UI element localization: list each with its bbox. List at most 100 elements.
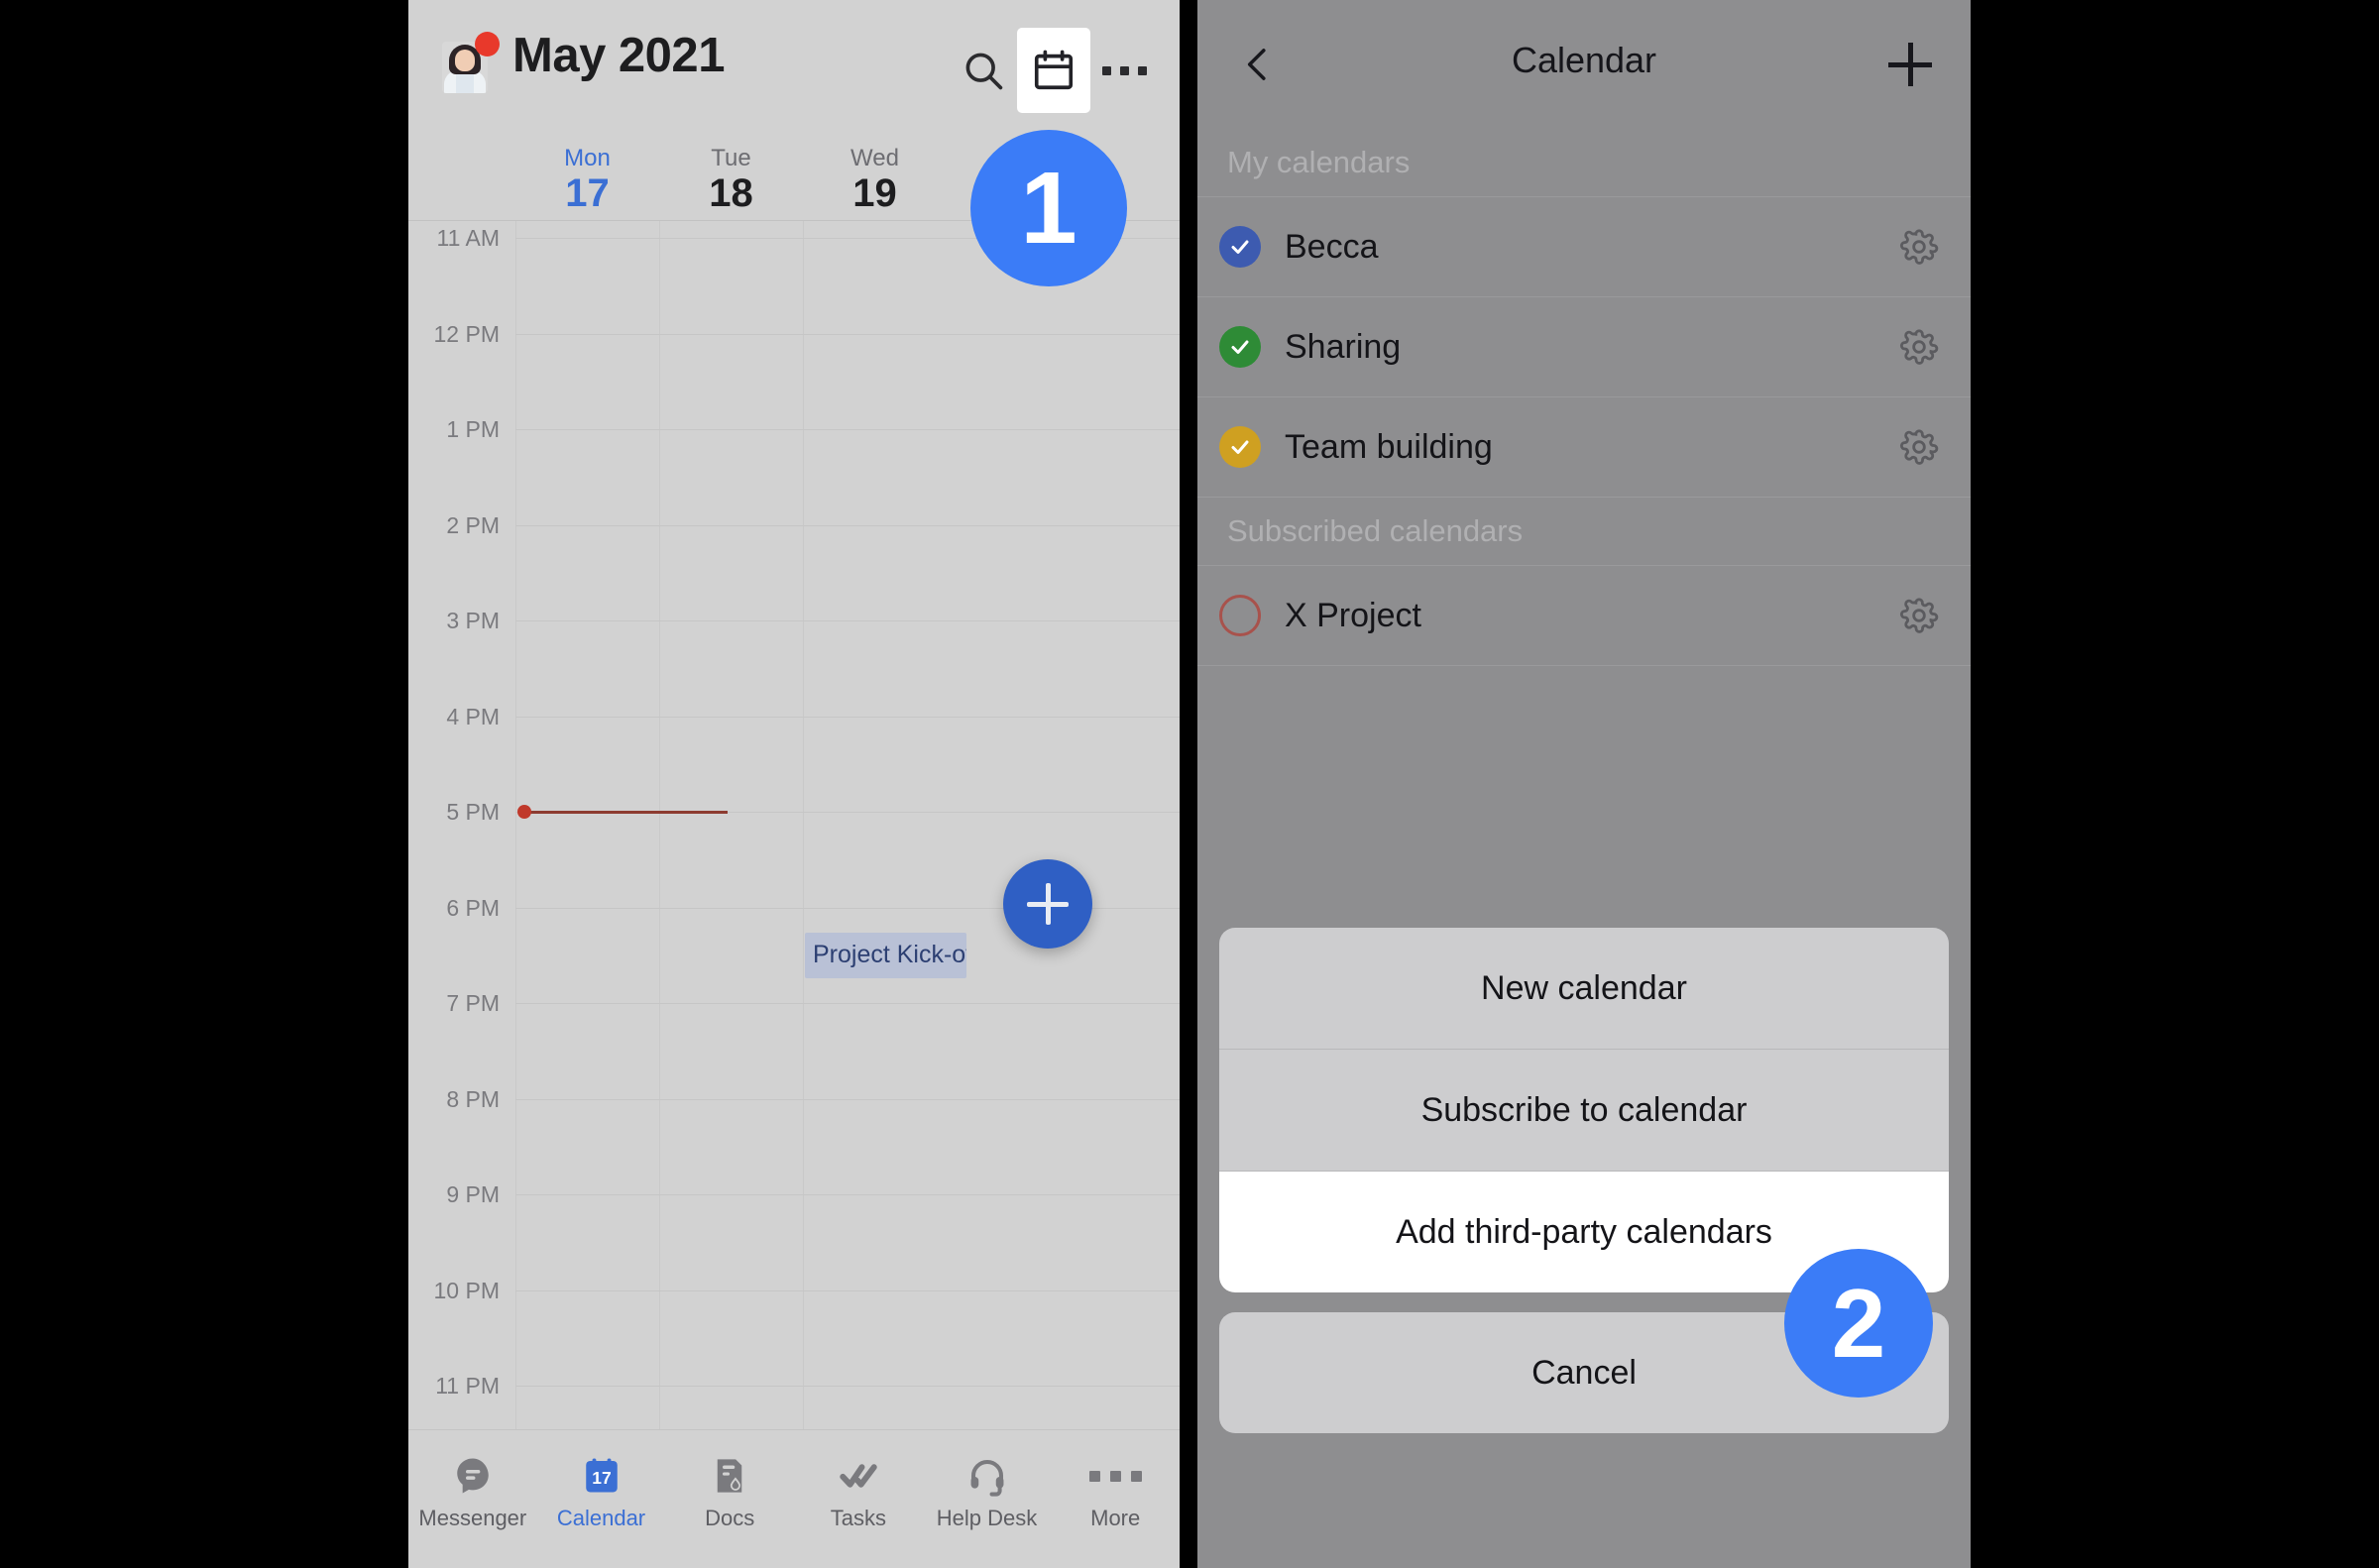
calendar-row-becca[interactable]: Becca: [1197, 197, 1971, 297]
more-icon: [1088, 1450, 1142, 1502]
hour-row: 3 PM: [408, 608, 1180, 681]
section-title: Subscribed calendars: [1227, 513, 1524, 548]
hour-row: 2 PM: [408, 512, 1180, 586]
section-title: My calendars: [1227, 145, 1411, 179]
hour-gridline: [515, 716, 1180, 718]
hour-row: 11 PM: [408, 1373, 1180, 1430]
screenshot-stage: May 2021 Mon 17 Tue 18 Wed 19 11 AM 12 P…: [0, 0, 2379, 1568]
hour-label: 7 PM: [446, 990, 500, 1016]
hour-gridline: [515, 1003, 1180, 1004]
day-number: 19: [852, 171, 897, 215]
calendar-icon: 17: [581, 1450, 623, 1502]
day-name: Tue: [711, 145, 751, 171]
hour-label: 6 PM: [446, 894, 500, 921]
calendar-list: My calendars Becca Sharing Team building…: [1197, 129, 1971, 666]
hour-label: 2 PM: [446, 511, 500, 538]
hour-gridline: [515, 620, 1180, 621]
hour-label: 4 PM: [446, 703, 500, 729]
action-label: New calendar: [1481, 968, 1687, 1007]
hour-gridline: [515, 1194, 1180, 1195]
header-icon-group: [950, 28, 1158, 113]
checkbox-sharing[interactable]: [1219, 326, 1261, 368]
gear-icon[interactable]: [1897, 425, 1941, 469]
action-label: Add third-party calendars: [1396, 1212, 1772, 1251]
hour-label: 11 AM: [436, 225, 501, 251]
hour-gridline: [515, 524, 1180, 526]
event-title: Project Kick-off: [813, 941, 966, 968]
calendar-row-team-building[interactable]: Team building: [1197, 397, 1971, 498]
tab-calendar[interactable]: 17 Calendar: [537, 1430, 666, 1568]
action-subscribe-to-calendar[interactable]: Subscribe to calendar: [1219, 1050, 1949, 1172]
hour-gridline: [515, 1098, 1180, 1100]
calendar-name: Sharing: [1285, 327, 1402, 366]
tab-label: More: [1090, 1506, 1141, 1530]
hour-label: 9 PM: [446, 1181, 500, 1207]
day-number: 18: [709, 171, 753, 215]
docs-icon: [709, 1450, 750, 1502]
calendar-view-icon[interactable]: [1017, 28, 1090, 113]
hour-label: 11 PM: [435, 1373, 500, 1399]
hour-gridline: [515, 1386, 1180, 1387]
page-title: May 2021: [512, 29, 725, 82]
day-name: Mon: [564, 145, 611, 171]
bottom-tab-bar: Messenger 17 Calendar Docs Tasks Help De…: [408, 1429, 1180, 1568]
event-block[interactable]: Project Kick-off: [805, 932, 966, 978]
tab-label: Messenger: [418, 1506, 527, 1530]
step-badge-2: 2: [1784, 1249, 1933, 1398]
current-time-line: [521, 811, 728, 814]
gear-icon[interactable]: [1897, 325, 1941, 369]
more-icon[interactable]: [1090, 37, 1158, 104]
section-header-subscribed-calendars: Subscribed calendars: [1197, 498, 1971, 566]
notification-dot: [475, 32, 500, 56]
hour-gridline: [515, 1289, 1180, 1291]
hour-row: 1 PM: [408, 416, 1180, 490]
checkbox-x-project[interactable]: [1219, 595, 1261, 636]
action-label: Subscribe to calendar: [1420, 1090, 1748, 1129]
hour-label: 12 PM: [433, 320, 500, 347]
hour-row: 10 PM: [408, 1278, 1180, 1351]
day-name: Wed: [850, 145, 899, 171]
calendar-grid[interactable]: 11 AM 12 PM 1 PM 2 PM 3 PM 4 PM 5 PM 6 PM 7 PM 8 …: [408, 221, 1180, 1430]
hour-row: 12 PM: [408, 321, 1180, 394]
action-new-calendar[interactable]: New calendar: [1219, 928, 1949, 1050]
day-column-mon[interactable]: Mon 17: [515, 144, 659, 215]
right-header: Calendar: [1197, 0, 1971, 129]
calendar-name: Team building: [1285, 427, 1493, 466]
hour-row: 7 PM: [408, 990, 1180, 1064]
gear-icon[interactable]: [1897, 225, 1941, 269]
tab-tasks[interactable]: Tasks: [794, 1430, 923, 1568]
calendar-row-x-project[interactable]: X Project: [1197, 566, 1971, 666]
avatar[interactable]: [442, 32, 500, 93]
day-column-wed[interactable]: Wed 19: [803, 144, 947, 215]
svg-text:17: 17: [592, 1468, 611, 1488]
tab-label: Calendar: [556, 1506, 646, 1530]
search-icon[interactable]: [950, 37, 1017, 104]
tab-help-desk[interactable]: Help Desk: [923, 1430, 1052, 1568]
hour-row: 9 PM: [408, 1181, 1180, 1255]
hour-row: 8 PM: [408, 1086, 1180, 1160]
right-page-title: Calendar: [1511, 40, 1657, 80]
current-time-dot: [517, 805, 531, 819]
add-calendar-button[interactable]: [1879, 34, 1941, 95]
tab-docs[interactable]: Docs: [665, 1430, 794, 1568]
tasks-icon: [838, 1450, 879, 1502]
tab-messenger[interactable]: Messenger: [408, 1430, 537, 1568]
hour-gridline: [515, 333, 1180, 335]
day-column-tue[interactable]: Tue 18: [659, 144, 803, 215]
hour-gridline: [515, 429, 1180, 430]
hour-label: 3 PM: [446, 608, 500, 633]
checkbox-team-building[interactable]: [1219, 426, 1261, 468]
left-header: May 2021: [408, 0, 1180, 144]
tab-more[interactable]: More: [1051, 1430, 1180, 1568]
hour-label: 5 PM: [446, 799, 500, 825]
action-sheet-options: New calendar Subscribe to calendar Add t…: [1219, 928, 1949, 1292]
hour-row: 4 PM: [408, 704, 1180, 777]
section-header-my-calendars: My calendars: [1197, 129, 1971, 197]
tab-label: Docs: [705, 1506, 755, 1530]
create-event-button[interactable]: [1003, 859, 1092, 949]
checkbox-becca[interactable]: [1219, 226, 1261, 268]
day-number: 17: [565, 171, 610, 215]
calendar-row-sharing[interactable]: Sharing: [1197, 297, 1971, 397]
gear-icon[interactable]: [1897, 594, 1941, 637]
action-label: Cancel: [1531, 1353, 1637, 1392]
